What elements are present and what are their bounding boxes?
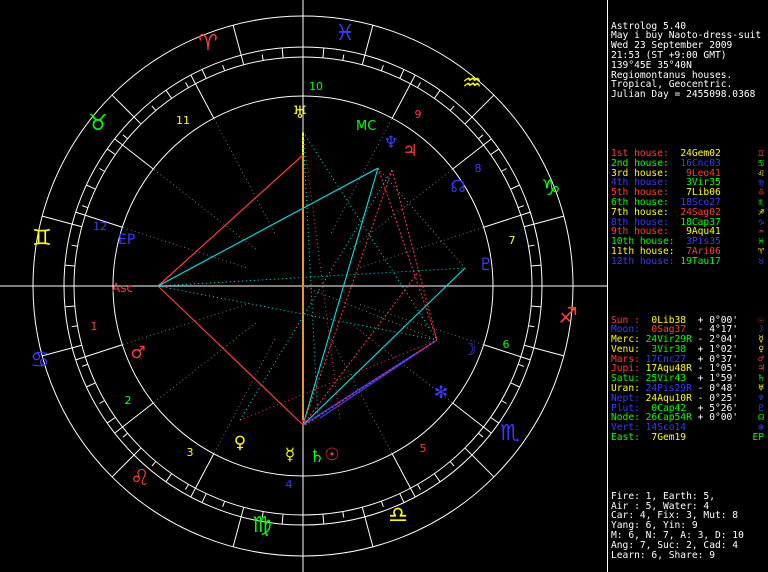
planet-glyph-icon: ♇ bbox=[478, 255, 493, 275]
header-line: Julian Day = 2455098.0368 bbox=[611, 89, 756, 101]
ep-label: EP bbox=[118, 232, 135, 248]
planet-row: East: 7Gem19 EP bbox=[611, 432, 764, 444]
sign-glyph-icon: ♌ bbox=[130, 466, 150, 491]
element-stats: Fire: 1, Earth: 5, Air : 5, Water: 4 Car: … bbox=[611, 491, 768, 561]
planet-list: Sun : 0Lib38 + 0°00' ☉ Moon: 0Sag37 - 4°17… bbox=[611, 315, 768, 444]
sign-glyph-icon: ♍ bbox=[252, 513, 272, 538]
house-number: 8 bbox=[475, 162, 482, 175]
chart-header: Astrolog 5.40 May i buy Naoto-dress-suit W… bbox=[611, 21, 768, 101]
sign-glyph-icon: ♓ bbox=[335, 21, 355, 46]
planet-glyph-icon: ☊ bbox=[450, 177, 465, 197]
planet-glyph-icon: ☿ bbox=[285, 445, 295, 465]
sign-glyph-icon: ♊ bbox=[32, 226, 52, 251]
chart-planets: ♅ ♆ ♃ ☊ ♇ ☽ ✻ ☉♄ ☿ ♀ ♂ bbox=[130, 103, 493, 467]
panel-divider bbox=[607, 0, 608, 572]
aspect-lines bbox=[157, 131, 466, 426]
sign-glyph-icon: ♉ bbox=[88, 111, 108, 136]
asc-label: Asc bbox=[112, 281, 133, 295]
planet-glyph-icon: ☉ bbox=[324, 445, 339, 465]
sign-glyph-icon: ♑ bbox=[541, 176, 561, 201]
sign-glyph-icon: ♎ bbox=[388, 503, 408, 528]
house-row: 12th house: 19Tau17 ♉ bbox=[611, 255, 764, 267]
sign-glyph-icon: ♐ bbox=[558, 304, 578, 329]
planet-glyph-icon: ♃ bbox=[402, 141, 417, 161]
house-list: 1st house: 24Gem02 ♊ 2nd house: 16Cnc03 ♋ 3r… bbox=[611, 149, 768, 267]
house-number: 6 bbox=[503, 338, 510, 351]
planet-glyph-icon: ♅ bbox=[292, 103, 307, 123]
planet-glyph-icon: ✻ bbox=[434, 383, 448, 403]
axis-labels: Asc MC EP bbox=[112, 119, 376, 295]
house-number: 2 bbox=[125, 394, 132, 407]
row-icon: EP bbox=[752, 432, 764, 444]
house-number: 7 bbox=[509, 234, 516, 247]
planet-glyph-icon: ♄ bbox=[309, 447, 324, 467]
sign-glyph-icon: ♏ bbox=[500, 421, 520, 446]
row-icon: ♉ bbox=[758, 255, 764, 267]
house-number: 11 bbox=[176, 114, 190, 127]
info-panel: Astrolog 5.40 May i buy Naoto-dress-suit W… bbox=[611, 2, 768, 570]
house-number: 10 bbox=[309, 80, 323, 93]
house-number: 9 bbox=[415, 108, 422, 121]
chart-wheel[interactable]: ♓ ♈ ♉ ♊ ♋ ♌ ♍ ♎ ♏ ♐ ♑ ♒ 10 9 8 7 6 5 4 3 2 1 12 11 ♅ ♆ ♃ ☊ ♇ ☽ ✻ ☉♄ ☿ ♀… bbox=[0, 0, 607, 572]
house-number: 3 bbox=[187, 446, 194, 459]
sign-glyph-icon: ♈ bbox=[198, 31, 218, 56]
sign-glyph-icon: ♋ bbox=[30, 348, 50, 373]
stat-line: Learn: 6, Share: 9 bbox=[611, 549, 715, 561]
house-number: 12 bbox=[93, 220, 107, 233]
planet-glyph-icon: ☽ bbox=[461, 340, 476, 360]
mc-label: MC bbox=[356, 119, 376, 134]
house-number: 5 bbox=[420, 442, 427, 455]
house-number: 1 bbox=[91, 320, 98, 333]
planet-glyph-icon: ♆ bbox=[383, 133, 398, 153]
planet-glyph-icon: ♂ bbox=[130, 343, 145, 363]
house-number: 4 bbox=[286, 478, 293, 491]
planet-glyph-icon: ♀ bbox=[234, 433, 246, 453]
sign-glyph-icon: ♒ bbox=[462, 71, 482, 96]
